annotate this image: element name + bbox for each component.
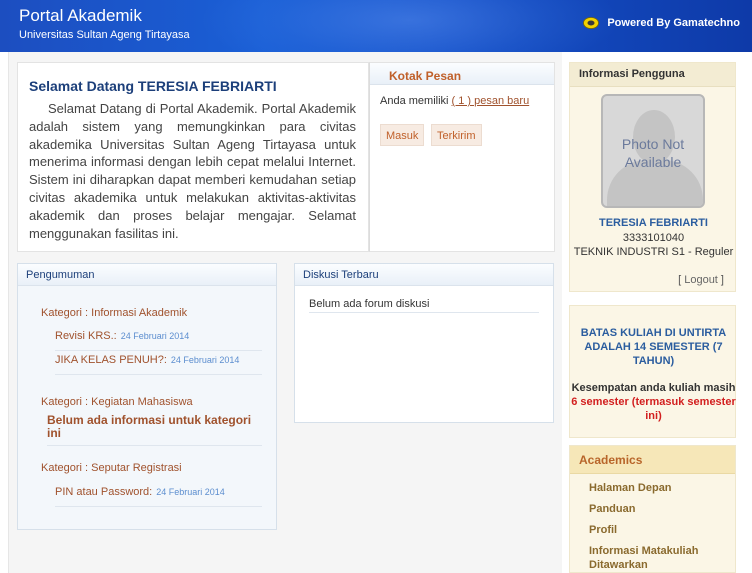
forum-title: Diskusi Terbaru (303, 269, 379, 281)
forum-panel: Diskusi Terbaru Belum ada forum diskusi (294, 263, 554, 423)
inbox-panel: Kotak Pesan Anda memiliki ( 1 ) pesan ba… (369, 62, 555, 252)
sent-button[interactable]: Terkirim (431, 124, 482, 146)
app-subtitle: Universitas Sultan Ageng Tirtayasa (19, 29, 190, 41)
announcements-title: Pengumuman (26, 269, 95, 281)
logout-link[interactable]: [ Logout ] (678, 274, 724, 286)
new-messages-link[interactable]: ( 1 ) pesan baru (452, 95, 530, 107)
user-info-panel: Informasi Pengguna Photo Not Available T… (569, 62, 736, 292)
welcome-panel: Selamat Datang TERESIA FEBRIARTI Selamat… (17, 62, 369, 252)
category-label: Kategori : Seputar Registrasi (41, 462, 182, 474)
menu-guide[interactable]: Panduan (589, 502, 635, 516)
powered-by-text: Powered By Gamatechno (607, 17, 740, 29)
announcement-item[interactable]: JIKA KELAS PENUH?: 24 Februari 2014 (55, 351, 262, 375)
announcement-item[interactable]: PIN atau Password: 24 Februari 2014 (55, 483, 262, 507)
header-decoration (200, 0, 620, 52)
left-margin (0, 52, 9, 573)
welcome-title: Selamat Datang TERESIA FEBRIARTI (29, 78, 277, 94)
photo-unavailable-text: Photo Not Available (621, 136, 685, 170)
remaining-semesters: Kesempatan anda kuliah masih 6 semester … (570, 381, 737, 423)
powered-by: Powered By Gamatechno (583, 17, 740, 29)
inbox-message-prefix: Anda memiliki (380, 95, 449, 107)
inbox-button[interactable]: Masuk (380, 124, 425, 146)
logout-label[interactable]: Logout (684, 274, 718, 286)
menu-offered-courses[interactable]: Informasi Matakuliah Ditawarkan (589, 544, 729, 572)
user-program: TEKNIK INDUSTRI S1 - Reguler (573, 246, 734, 258)
user-nim: 3333101040 (622, 232, 685, 244)
menu-home[interactable]: Halaman Depan (589, 481, 672, 495)
welcome-text: Selamat Datang di Portal Akademik. Porta… (29, 101, 356, 241)
gamatechno-logo-icon (583, 17, 600, 29)
top-header: Portal Akademik Universitas Sultan Ageng… (0, 0, 752, 52)
study-limit-text: BATAS KULIAH DI UNTIRTA ADALAH 14 SEMEST… (580, 327, 727, 367)
category-label: Kategori : Informasi Akademik (41, 307, 188, 319)
announcement-date: 24 Februari 2014 (120, 331, 190, 341)
study-limit-notice: BATAS KULIAH DI UNTIRTA ADALAH 14 SEMEST… (569, 305, 736, 438)
inbox-title: Kotak Pesan (389, 69, 462, 83)
announcement-item[interactable]: Revisi KRS.: 24 Februari 2014 (55, 327, 262, 351)
user-info-title: Informasi Pengguna (570, 63, 735, 87)
app-title: Portal Akademik (19, 6, 142, 25)
announcements-panel: Pengumuman Kategori : Informasi Akademik… (17, 263, 277, 530)
user-photo-placeholder: Photo Not Available (601, 94, 705, 208)
menu-profile[interactable]: Profil (589, 523, 617, 537)
announcement-date: 24 Februari 2014 (156, 487, 225, 497)
announcement-date: 24 Februari 2014 (170, 355, 240, 365)
academics-menu: Academics Halaman Depan Panduan Profil I… (569, 445, 736, 573)
announcement-title[interactable]: Revisi KRS.: (55, 330, 117, 342)
inbox-message: Anda memiliki ( 1 ) pesan baru (380, 95, 529, 107)
category-label: Kategori : Kegiatan Mahasiswa (41, 396, 193, 408)
academics-title: Academics (570, 446, 735, 474)
user-name: TERESIA FEBRIARTI (599, 217, 708, 229)
forum-empty-message: Belum ada forum diskusi (309, 298, 539, 313)
category-empty-message: Belum ada informasi untuk kategori ini (47, 414, 262, 446)
announcement-title[interactable]: JIKA KELAS PENUH?: (55, 354, 167, 366)
remaining-value: 6 semester (termasuk semester ini) (571, 396, 736, 422)
announcement-title[interactable]: PIN atau Password: (55, 486, 152, 498)
remaining-prefix: Kesempatan anda kuliah masih (571, 382, 736, 394)
